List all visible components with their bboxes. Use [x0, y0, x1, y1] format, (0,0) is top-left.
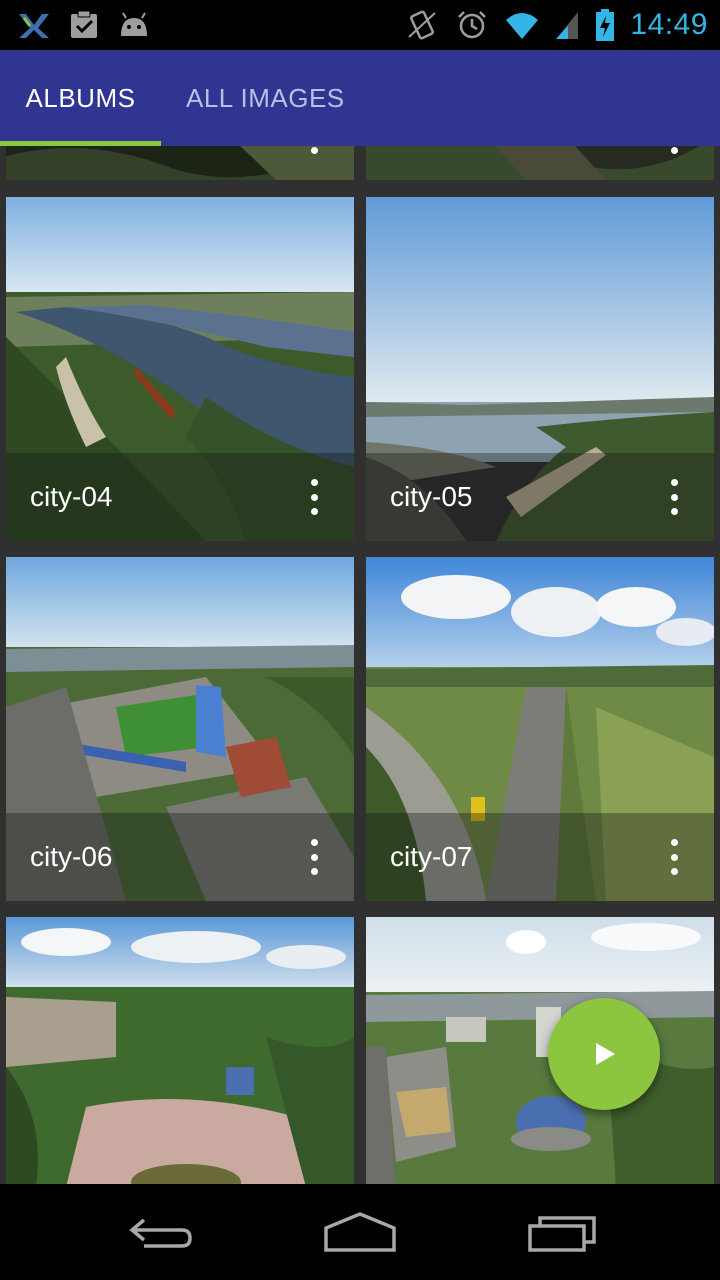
- more-vert-icon[interactable]: [664, 479, 684, 515]
- album-title: city-04: [30, 481, 113, 512]
- more-vert-icon[interactable]: [304, 839, 324, 875]
- play-slideshow-button[interactable]: [548, 998, 660, 1110]
- android-icon: [121, 12, 147, 36]
- recent-apps-button[interactable]: [512, 1202, 612, 1262]
- alarm-icon: [458, 11, 487, 39]
- album-title: city-06: [30, 841, 113, 872]
- wifi-icon: [506, 13, 539, 39]
- album-thumbnail: [6, 146, 354, 180]
- status-bar: 14:49: [0, 0, 720, 50]
- vibrate-icon: [408, 10, 437, 40]
- album-tile[interactable]: city-07: [366, 557, 714, 901]
- album-tile[interactable]: [6, 917, 354, 1184]
- album-thumbnail: [366, 917, 714, 1184]
- album-tile[interactable]: city-06: [6, 557, 354, 901]
- album-title: city-05: [390, 481, 473, 512]
- clock: 14:49: [630, 8, 708, 41]
- album-title: city-07: [390, 841, 473, 872]
- back-icon: [129, 1218, 192, 1248]
- album-tile[interactable]: [366, 917, 714, 1184]
- album-menu-button[interactable]: [664, 146, 684, 154]
- album-tile[interactable]: city-05: [366, 197, 714, 541]
- battery-charging-icon: [596, 9, 615, 41]
- navigation-bar: [0, 1184, 720, 1280]
- album-tile[interactable]: city-04: [6, 197, 354, 541]
- album-menu-button[interactable]: [304, 146, 324, 154]
- signal-icon: [556, 12, 579, 39]
- album-thumbnail: [366, 146, 714, 180]
- tab-albums[interactable]: ALBUMS: [0, 50, 161, 146]
- album-tile-partial[interactable]: [366, 146, 714, 180]
- home-icon: [324, 1212, 396, 1252]
- more-vert-icon[interactable]: [304, 479, 324, 515]
- system-status-icons: 14:49: [404, 4, 708, 46]
- clipboard-check-icon: [71, 10, 97, 38]
- album-thumbnail: [6, 917, 354, 1184]
- app-x-icon: [19, 14, 49, 38]
- more-vert-icon[interactable]: [664, 839, 684, 875]
- tab-all-images[interactable]: ALL IMAGES: [186, 50, 345, 146]
- album-tile-partial[interactable]: [6, 146, 354, 180]
- back-button[interactable]: [110, 1202, 210, 1262]
- notification-icons: [16, 8, 152, 42]
- tab-bar: ALBUMS ALL IMAGES: [0, 50, 720, 146]
- play-icon: [596, 1043, 615, 1065]
- home-button[interactable]: [310, 1202, 410, 1262]
- recent-apps-icon: [528, 1216, 596, 1252]
